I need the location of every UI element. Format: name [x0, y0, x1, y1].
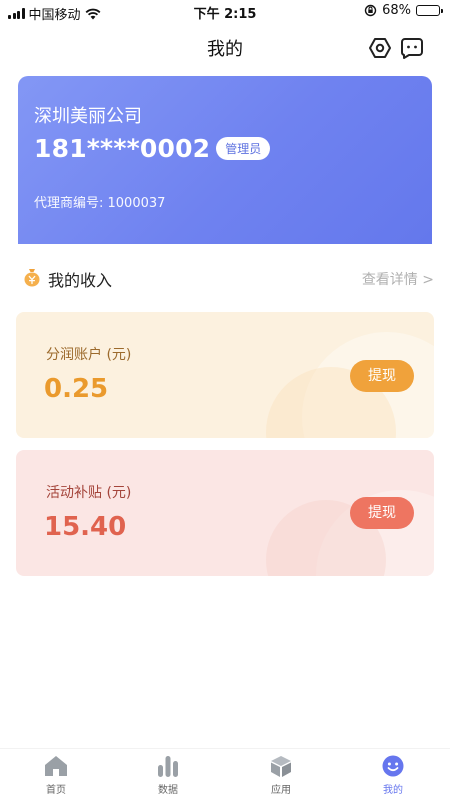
phone-number: 181****0002 — [34, 134, 211, 163]
agent-number: 代理商编号: 1000037 — [34, 196, 166, 211]
tab-label: 首页 — [46, 785, 66, 796]
money-bag-icon — [24, 269, 40, 287]
tab-apps[interactable]: 应用 — [241, 755, 321, 796]
share-account-label: 分润账户 (元) — [46, 347, 132, 363]
orientation-lock-icon — [364, 4, 377, 17]
home-icon — [45, 756, 67, 776]
tab-data[interactable]: 数据 — [128, 755, 208, 796]
tab-mine[interactable]: 我的 — [353, 755, 433, 796]
company-name: 深圳美丽公司 — [34, 106, 142, 127]
activity-subsidy-amount: 15.40 — [44, 512, 127, 542]
activity-subsidy-label: 活动补贴 (元) — [46, 485, 132, 501]
status-bar: 中国移动 下午 2:15 68% — [0, 0, 450, 24]
activity-subsidy-card: 活动补贴 (元) 15.40 提现 — [16, 450, 434, 576]
withdraw-button[interactable]: 提现 — [350, 360, 414, 392]
cube-icon — [271, 756, 291, 777]
income-header: 我的收入 查看详情 > — [22, 264, 434, 292]
tab-bar: 首页 数据 应用 我的 — [0, 748, 450, 800]
battery-percent: 68% — [382, 3, 411, 18]
tab-label: 应用 — [271, 785, 291, 796]
share-account-card: 分润账户 (元) 0.25 提现 — [16, 312, 434, 438]
profile-card[interactable]: 深圳美丽公司 181****0002 管理员 代理商编号: 1000037 — [18, 76, 432, 244]
bar-chart-icon — [158, 756, 178, 777]
status-right: 68% — [364, 3, 443, 18]
share-account-amount: 0.25 — [44, 374, 109, 404]
smile-icon — [382, 755, 404, 777]
phone-row: 181****0002 管理员 — [34, 134, 271, 163]
view-details-link[interactable]: 查看详情 > — [362, 269, 434, 289]
tab-label: 我的 — [383, 785, 403, 796]
role-badge: 管理员 — [216, 137, 271, 160]
battery-icon — [416, 5, 443, 16]
nav-header: 我的 — [0, 24, 450, 70]
tab-home[interactable]: 首页 — [16, 755, 96, 796]
settings-icon[interactable] — [368, 36, 392, 60]
message-icon[interactable] — [400, 36, 424, 60]
tab-label: 数据 — [158, 785, 178, 796]
withdraw-button[interactable]: 提现 — [350, 497, 414, 529]
income-title: 我的收入 — [48, 271, 113, 290]
